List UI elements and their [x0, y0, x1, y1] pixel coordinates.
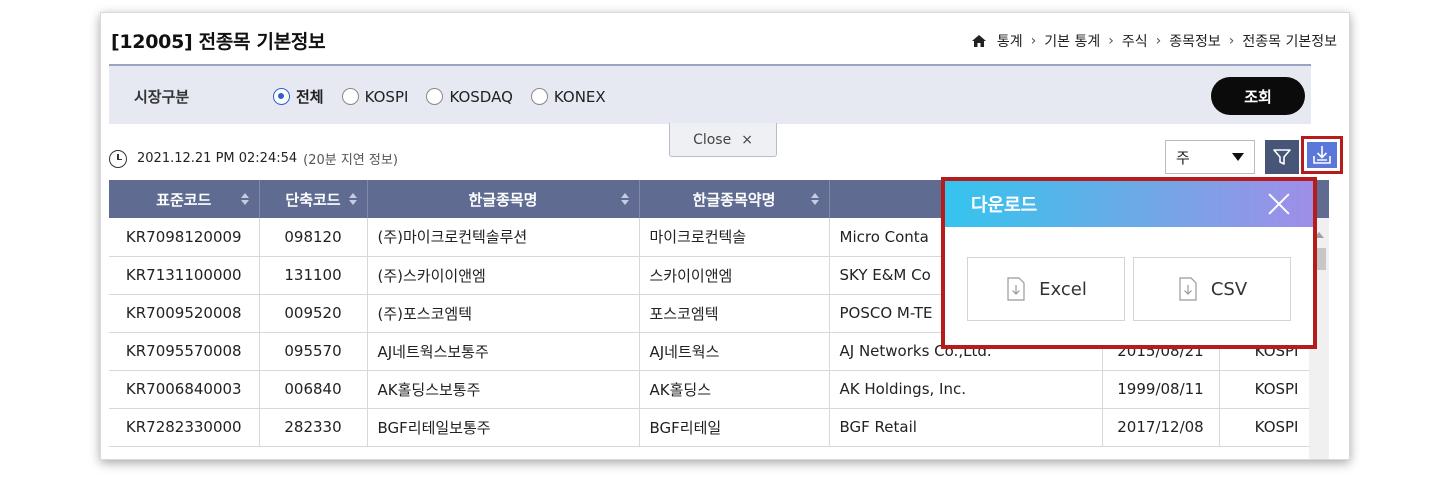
breadcrumb-item[interactable]: 주식: [1122, 31, 1148, 51]
column-header[interactable]: 표준코드: [109, 180, 260, 218]
table-row[interactable]: KR7006840003 006840 AK홀딩스보통주 AK홀딩스 AK Ho…: [109, 370, 1310, 409]
cell-kor-short-name: AK홀딩스: [639, 370, 830, 409]
unit-select[interactable]: 주: [1165, 140, 1255, 174]
cell-short-code: 282330: [259, 408, 368, 447]
close-icon[interactable]: [1267, 192, 1291, 216]
cell-kor-short-name: 스카이이앤엠: [639, 256, 830, 295]
column-header-label: 표준코드: [156, 190, 212, 209]
csv-label: CSV: [1210, 278, 1248, 300]
radio-checked-icon[interactable]: [273, 88, 290, 105]
cell-short-code: 095570: [259, 332, 368, 371]
column-header[interactable]: 단축코드: [259, 180, 368, 218]
download-button[interactable]: [1301, 136, 1343, 174]
cell-eng-name: AK Holdings, Inc.: [829, 370, 1103, 409]
cell-listing-date: 2017/12/08: [1102, 408, 1220, 447]
file-download-icon: [1007, 277, 1025, 301]
sort-icon[interactable]: [240, 193, 249, 205]
filter-button[interactable]: [1265, 140, 1299, 174]
cell-kor-short-name: 포스코엠텍: [639, 294, 830, 333]
cell-listing-date: 1999/08/11: [1102, 370, 1220, 409]
chevron-right-icon: ›: [1155, 33, 1162, 49]
breadcrumb-item[interactable]: 종목정보: [1169, 31, 1221, 51]
sort-icon[interactable]: [810, 193, 819, 205]
filter-icon: [1273, 149, 1291, 165]
chevron-right-icon: ›: [1228, 33, 1235, 49]
breadcrumb-item[interactable]: 통계: [997, 31, 1023, 51]
breadcrumb-item[interactable]: 전종목 기본정보: [1242, 31, 1337, 51]
cell-eng-name: BGF Retail: [829, 408, 1103, 447]
cell-kor-short-name: AJ네트웍스: [639, 332, 830, 371]
unit-select-value: 주: [1176, 148, 1190, 167]
cell-short-code: 006840: [259, 370, 368, 409]
cell-kor-name: (주)스카이이앤엠: [367, 256, 640, 295]
download-popup: 다운로드 Excel CSV: [941, 177, 1317, 349]
csv-download-button[interactable]: CSV: [1133, 257, 1291, 321]
sort-icon[interactable]: [620, 193, 629, 205]
search-button[interactable]: 조회: [1211, 77, 1305, 115]
clock-icon: [109, 149, 127, 168]
chevron-right-icon: ›: [1030, 33, 1037, 49]
delay-note: (20분 지연 정보): [303, 153, 398, 168]
download-popup-body: Excel CSV: [945, 227, 1313, 345]
home-icon[interactable]: [971, 34, 987, 48]
radio-kosdaq[interactable]: KOSDAQ: [426, 87, 513, 106]
chevron-right-icon: ›: [1108, 33, 1114, 49]
column-header-label: 한글종목명: [468, 190, 538, 209]
sort-icon[interactable]: [348, 193, 357, 205]
column-header-label: 단축코드: [285, 190, 341, 209]
column-header-label: 한글종목약명: [692, 190, 776, 209]
close-tab-label: Close: [693, 131, 732, 148]
radio-kospi[interactable]: KOSPI: [341, 87, 409, 106]
cell-std-code: KR7009520008: [109, 294, 260, 333]
market-filter-label: 시장구분: [134, 88, 190, 106]
close-tab[interactable]: Close ×: [669, 123, 777, 157]
cell-std-code: KR7095570008: [109, 332, 260, 371]
timestamp-row: 2021.12.21 PM 02:24:54 (20분 지연 정보): [109, 149, 398, 168]
radio-icon[interactable]: [426, 88, 444, 105]
download-button-inner[interactable]: [1307, 142, 1337, 168]
cell-std-code: KR7006840003: [109, 370, 260, 409]
radio-label: KOSPI: [364, 87, 409, 106]
file-download-icon: [1179, 277, 1197, 301]
cell-kor-name: BGF리테일보통주: [367, 408, 640, 447]
download-popup-title: 다운로드: [971, 195, 1038, 216]
radio-all[interactable]: 전체: [273, 86, 324, 107]
column-header[interactable]: 한글종목명: [367, 180, 640, 218]
market-radio-group: 전체 KOSPI KOSDAQ KONEX: [273, 86, 624, 107]
excel-label: Excel: [1039, 278, 1087, 300]
cell-kor-name: (주)포스코엠텍: [367, 294, 640, 333]
cell-market: KOSPI: [1219, 370, 1310, 409]
table-row[interactable]: KR7282330000 282330 BGF리테일보통주 BGF리테일 BGF…: [109, 408, 1310, 447]
cell-kor-short-name: BGF리테일: [639, 408, 830, 447]
cell-std-code: KR7282330000: [109, 408, 260, 447]
cell-market: KOSPI: [1219, 408, 1310, 447]
page-title: [12005] 전종목 기본정보: [111, 31, 326, 53]
radio-icon[interactable]: [530, 88, 548, 105]
radio-label: KONEX: [553, 87, 606, 106]
close-icon[interactable]: ×: [741, 132, 753, 148]
cell-short-code: 009520: [259, 294, 368, 333]
cell-kor-short-name: 마이크로컨텍솔: [639, 218, 830, 257]
cell-kor-name: (주)마이크로컨텍솔루션: [367, 218, 640, 257]
filter-bar: 시장구분 전체 KOSPI KOSDAQ KONEX 조회: [109, 64, 1311, 124]
column-header[interactable]: 한글종목약명: [639, 180, 830, 218]
download-icon: [1313, 146, 1331, 164]
timestamp-text: 2021.12.21 PM 02:24:54: [137, 151, 298, 166]
cell-std-code: KR7131100000: [109, 256, 260, 295]
excel-download-button[interactable]: Excel: [967, 257, 1125, 321]
cell-std-code: KR7098120009: [109, 218, 260, 257]
cell-short-code: 131100: [259, 256, 368, 295]
radio-label: KOSDAQ: [449, 87, 513, 106]
breadcrumb-item[interactable]: 기본 통계: [1044, 31, 1100, 51]
download-popup-header: 다운로드: [945, 181, 1313, 227]
radio-label: 전체: [296, 88, 324, 106]
dropdown-arrow-icon: [1232, 153, 1244, 161]
cell-kor-name: AK홀딩스보통주: [367, 370, 640, 409]
breadcrumb: 통계 › 기본 통계 › 주식 › 종목정보 › 전종목 기본정보: [971, 31, 1337, 51]
cell-short-code: 098120: [259, 218, 368, 257]
cell-kor-name: AJ네트웍스보통주: [367, 332, 640, 371]
radio-icon[interactable]: [341, 88, 359, 105]
radio-konex[interactable]: KONEX: [530, 87, 606, 106]
